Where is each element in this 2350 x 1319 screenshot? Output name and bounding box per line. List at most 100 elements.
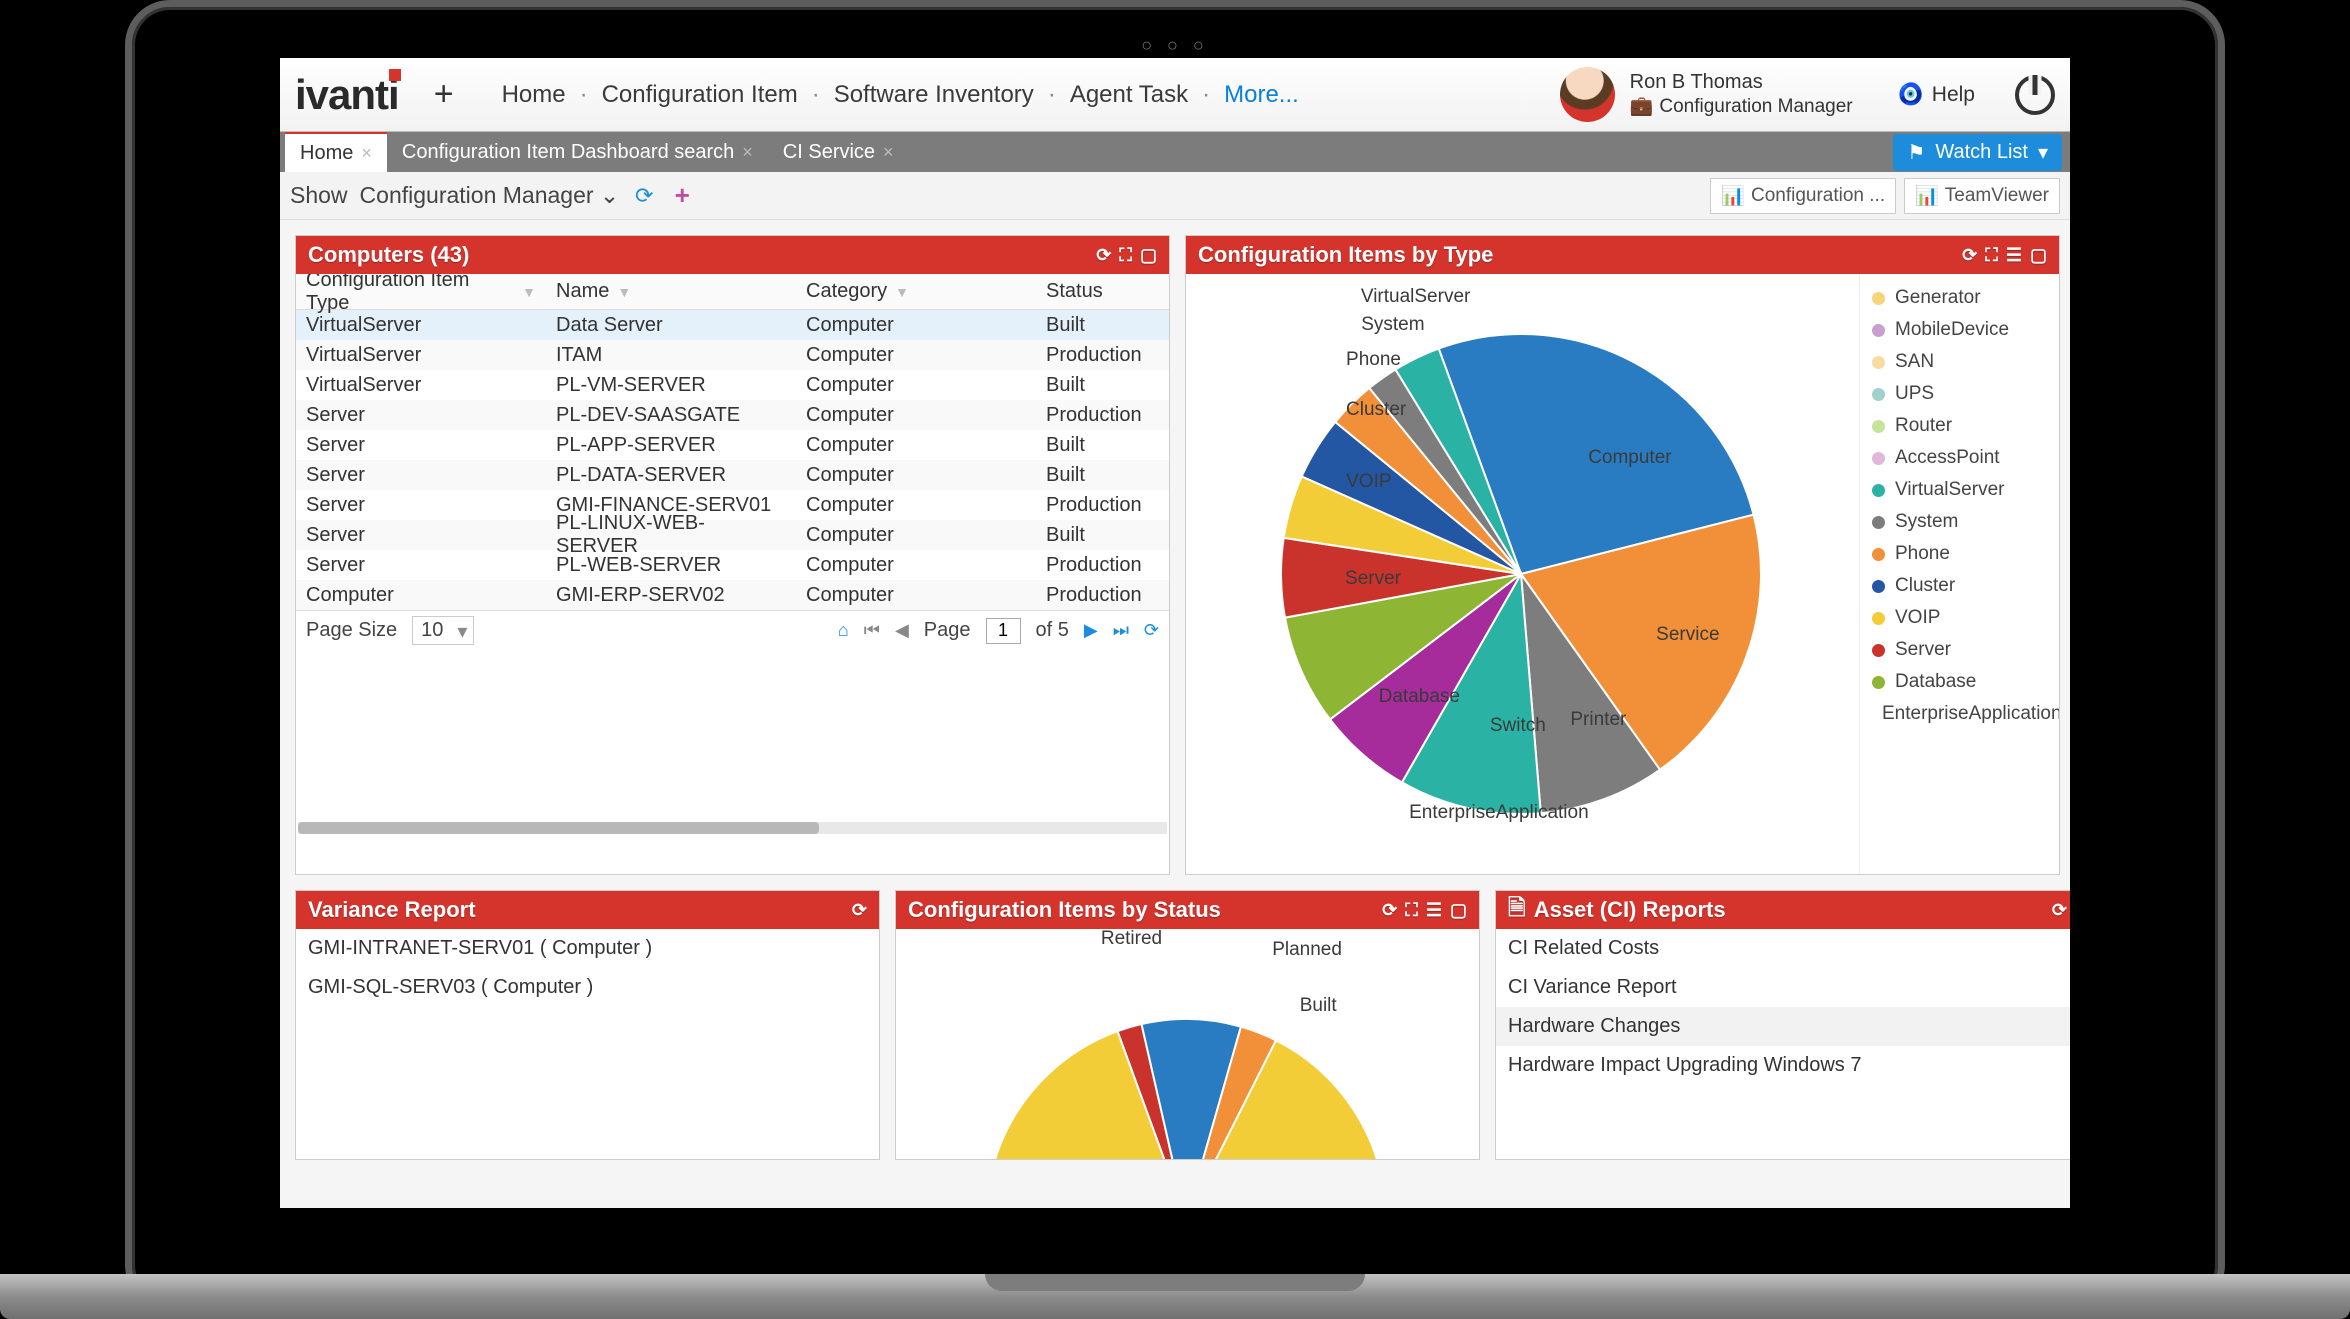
tab-ci-dashboard-search[interactable]: Configuration Item Dashboard search× <box>387 132 768 172</box>
legend-item[interactable]: EnterpriseApplication <box>1860 698 2059 730</box>
pie-chart[interactable] <box>1186 294 1856 854</box>
nav-software-inventory[interactable]: Software Inventory <box>816 81 1052 109</box>
list-item[interactable]: GMI-INTRANET-SERV01 ( Computer ) <box>296 929 879 968</box>
legend-item[interactable]: AccessPoint <box>1860 442 2059 474</box>
refresh-icon[interactable]: ⟳ <box>852 900 867 921</box>
nav-configuration-item[interactable]: Configuration Item <box>584 81 816 109</box>
table-header: Configuration Item Type▼ Name▼ Category▼… <box>296 274 1169 310</box>
table-row[interactable]: ServerPL-WEB-SERVERComputerProduction <box>296 550 1169 580</box>
refresh-icon[interactable]: ⟳ <box>2052 900 2067 921</box>
refresh-button[interactable]: ⟳ <box>631 183 657 209</box>
horizontal-scrollbar[interactable] <box>298 822 1167 834</box>
tool-label: Configuration ... <box>1751 185 1885 207</box>
legend-item[interactable]: Router <box>1860 410 2059 442</box>
pager-refresh-button[interactable]: ⟳ <box>1144 620 1159 641</box>
table-row[interactable]: ServerPL-APP-SERVERComputerBuilt <box>296 430 1169 460</box>
filter-icon[interactable]: ▼ <box>617 284 631 300</box>
camera-dots: ○ ○ ○ <box>1141 35 1209 56</box>
nav-more[interactable]: More... <box>1206 81 1317 109</box>
watch-list-label: Watch List <box>1935 141 2028 164</box>
list-item[interactable]: GMI-SQL-SERV03 ( Computer ) <box>296 968 879 1007</box>
maximize-icon[interactable]: ▢ <box>1140 245 1157 266</box>
tab-home[interactable]: Home× <box>285 132 387 172</box>
cell-name: PL-DATA-SERVER <box>546 464 796 487</box>
table-row[interactable]: ServerPL-LINUX-WEB-SERVERComputerBuilt <box>296 520 1169 550</box>
tool-teamviewer[interactable]: 📊TeamViewer <box>1904 178 2060 214</box>
pie-slice-label: Server <box>1345 568 1401 590</box>
cell-type: Server <box>296 494 546 517</box>
workspace-select[interactable]: Configuration Manager ⌄ <box>360 182 620 209</box>
legend-item[interactable]: System <box>1860 506 2059 538</box>
pager-first-button[interactable]: ⏮ <box>864 620 880 641</box>
list-item[interactable]: Hardware Changes <box>1496 1007 2070 1046</box>
cell-category: Computer <box>796 524 1036 547</box>
user-avatar[interactable] <box>1560 67 1615 122</box>
chevron-down-icon: ▾ <box>457 619 467 644</box>
legend-item[interactable]: Server <box>1860 634 2059 666</box>
table-row[interactable]: ServerPL-DATA-SERVERComputerBuilt <box>296 460 1169 490</box>
table-row[interactable]: VirtualServerITAMComputerProduction <box>296 340 1169 370</box>
filter-icon[interactable]: ▼ <box>522 284 536 300</box>
cell-name: PL-WEB-SERVER <box>546 554 796 577</box>
close-icon[interactable]: × <box>742 142 753 163</box>
table-row[interactable]: ComputerGMI-ERP-SERV02ComputerProduction <box>296 580 1169 610</box>
list-icon[interactable]: ☰ <box>2006 245 2022 266</box>
legend-item[interactable]: VOIP <box>1860 602 2059 634</box>
close-icon[interactable]: × <box>883 142 894 163</box>
filter-icon[interactable]: ▼ <box>895 284 909 300</box>
maximize-icon[interactable]: ▢ <box>1450 900 1467 921</box>
close-icon[interactable]: × <box>361 143 372 164</box>
list-item[interactable]: CI Related Costs <box>1496 929 2070 968</box>
cell-type: Server <box>296 404 546 427</box>
expand-icon[interactable]: ⛶ <box>1119 245 1132 266</box>
table-row[interactable]: VirtualServerData ServerComputerBuilt <box>296 310 1169 340</box>
logout-button[interactable] <box>2015 75 2055 115</box>
table-row[interactable]: ServerPL-DEV-SAASGATEComputerProduction <box>296 400 1169 430</box>
new-button[interactable]: + <box>434 75 454 114</box>
pie-slice-label: Service <box>1656 624 1719 646</box>
expand-icon[interactable]: ⛶ <box>1405 900 1418 921</box>
table-row[interactable]: VirtualServerPL-VM-SERVERComputerBuilt <box>296 370 1169 400</box>
expand-icon[interactable]: ⛶ <box>1985 245 1998 266</box>
legend-item[interactable]: MobileDevice <box>1860 314 2059 346</box>
col-ci-type[interactable]: Configuration Item Type▼ <box>296 274 546 315</box>
refresh-icon[interactable]: ⟳ <box>1382 900 1397 921</box>
legend-item[interactable]: SAN <box>1860 346 2059 378</box>
col-name[interactable]: Name▼ <box>546 280 796 303</box>
nav-home[interactable]: Home <box>484 81 584 109</box>
pager-prev-button[interactable]: ◀ <box>895 620 909 641</box>
refresh-icon[interactable]: ⟳ <box>1096 245 1111 266</box>
nav-agent-task[interactable]: Agent Task <box>1052 81 1206 109</box>
help-button[interactable]: 🧿Help <box>1898 83 1975 107</box>
col-status[interactable]: Status <box>1036 280 1166 303</box>
pager-last-button[interactable]: ⏭ <box>1113 620 1129 641</box>
col-category[interactable]: Category▼ <box>796 280 1036 303</box>
scrollbar-thumb[interactable] <box>298 822 819 834</box>
pie-slice-label: System <box>1361 314 1424 336</box>
legend-item[interactable]: Cluster <box>1860 570 2059 602</box>
legend-item[interactable]: VirtualServer <box>1860 474 2059 506</box>
legend-item[interactable]: Database <box>1860 666 2059 698</box>
legend-item[interactable]: Generator <box>1860 282 2059 314</box>
legend-item[interactable]: Phone <box>1860 538 2059 570</box>
page-size-select[interactable]: 10▾ <box>412 616 474 645</box>
add-button[interactable]: + <box>669 183 695 209</box>
list-item[interactable]: CI Variance Report <box>1496 968 2070 1007</box>
cell-status: Production <box>1036 494 1166 517</box>
pager-next-button[interactable]: ▶ <box>1084 620 1098 641</box>
panel-title: Computers (43) <box>308 242 469 268</box>
legend-item[interactable]: UPS <box>1860 378 2059 410</box>
pager-home-button[interactable]: ⌂ <box>838 620 849 641</box>
list-item[interactable]: Hardware Impact Upgrading Windows 7 <box>1496 1046 2070 1085</box>
cell-status: Built <box>1036 314 1166 337</box>
brand-logo[interactable]: ivanti <box>295 71 399 119</box>
maximize-icon[interactable]: ▢ <box>2030 245 2047 266</box>
refresh-icon[interactable]: ⟳ <box>1962 245 1977 266</box>
watch-list-button[interactable]: ⚑Watch List▾ <box>1893 134 2062 171</box>
tab-ci-service[interactable]: CI Service× <box>768 132 909 172</box>
list-icon[interactable]: ☰ <box>1426 900 1442 921</box>
panel-asset-reports: 🗎 Asset (CI) Reports ⟳ CI Related CostsC… <box>1495 890 2070 1160</box>
page-input[interactable] <box>986 618 1021 644</box>
status-pie-chart[interactable] <box>896 969 1479 1159</box>
tool-configuration[interactable]: 📊Configuration ... <box>1710 178 1896 214</box>
